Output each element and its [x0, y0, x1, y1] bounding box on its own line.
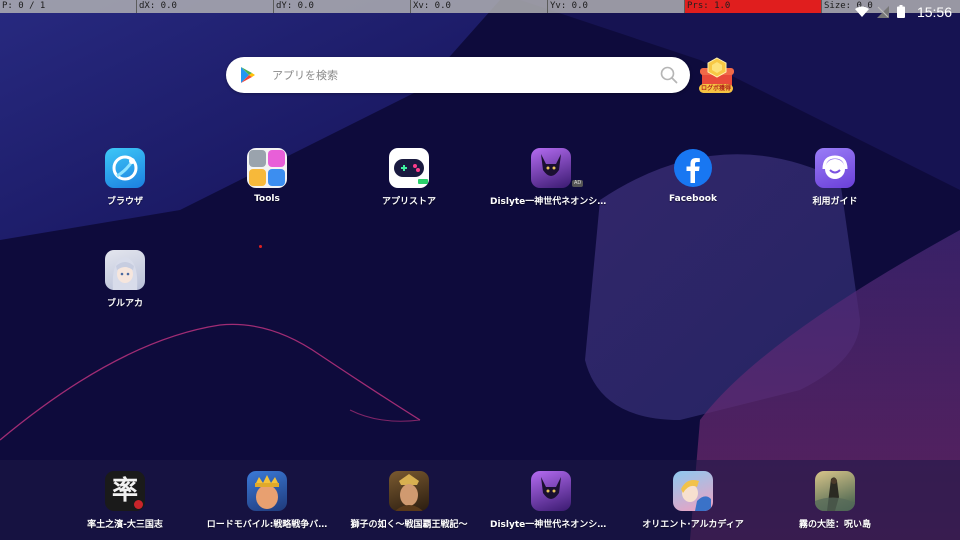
- ad-badge: AD: [572, 180, 584, 187]
- play-store-icon: [238, 66, 256, 84]
- dock-app-sanguo[interactable]: 率 率土之濱-大三国志: [60, 471, 190, 530]
- app-label: Dislyte一神世代ネオンシティ…: [490, 197, 616, 207]
- app-store-icon: [389, 148, 429, 188]
- debug-cell: Yv: 0.0: [548, 0, 685, 13]
- dock-app-dislyte[interactable]: Dislyte一神世代ネオンシティ…: [486, 471, 616, 530]
- app-label: ロードモバイル:戦略戦争バ…: [206, 520, 328, 530]
- app-dislyte[interactable]: Dislyte一神世代ネオンシティ…: [486, 148, 616, 207]
- orient-arcadia-icon: [673, 471, 713, 511]
- app-label: Tools: [254, 194, 280, 204]
- shishi-icon: [389, 471, 429, 511]
- debug-cell: Prs: 1.0: [685, 0, 822, 13]
- app-guide[interactable]: 利用ガイド: [770, 148, 900, 207]
- lords-mobile-icon: [247, 471, 287, 511]
- login-bonus-label: ログボ獲得: [699, 84, 733, 93]
- login-bonus-button[interactable]: ログボ獲得: [697, 56, 737, 96]
- dock-app-lords-mobile[interactable]: ロードモバイル:戦略戦争バ…: [202, 471, 332, 530]
- app-label: 霧の大陸：呪い島: [798, 520, 871, 530]
- dock-app-mist-continent[interactable]: 霧の大陸：呪い島: [770, 471, 900, 530]
- search-input[interactable]: [270, 67, 634, 83]
- battery-icon: [896, 3, 905, 22]
- app-label: 獅子の如く〜戦国覇王戦記〜: [350, 520, 468, 530]
- app-label: ブルアカ: [106, 299, 143, 309]
- app-tools[interactable]: Tools: [202, 148, 332, 204]
- facebook-icon: [673, 148, 713, 188]
- app-label: Dislyte一神世代ネオンシティ…: [490, 520, 616, 530]
- app-label: Facebook: [669, 194, 717, 204]
- blue-archive-icon: [105, 250, 145, 290]
- no-sim-icon: [876, 3, 889, 22]
- app-search-bar[interactable]: [226, 57, 690, 93]
- debug-cell: dX: 0.0: [137, 0, 274, 13]
- debug-cell: Xv: 0.0: [411, 0, 548, 13]
- debug-cell: dY: 0.0: [274, 0, 411, 13]
- search-icon[interactable]: [660, 66, 678, 88]
- touch-indicator: [259, 245, 262, 248]
- dislyte-icon: [531, 148, 571, 188]
- app-label: アプリストア: [381, 197, 436, 207]
- status-bar: 15:56: [854, 0, 952, 24]
- app-label: ブラウザ: [106, 197, 143, 207]
- clock: 15:56: [916, 4, 952, 20]
- guide-icon: [815, 148, 855, 188]
- dislyte-icon: [531, 471, 571, 511]
- debug-cell: P: 0 / 1: [0, 0, 137, 13]
- sanguo-icon: 率: [105, 471, 145, 511]
- app-app-store[interactable]: アプリストア: [344, 148, 474, 207]
- wifi-icon: [854, 3, 869, 22]
- app-blue-archive[interactable]: ブルアカ: [60, 250, 190, 309]
- app-label: 率土之濱-大三国志: [87, 520, 163, 530]
- dock-app-orient-arcadia[interactable]: オリエント·アルカディア: [628, 471, 758, 530]
- app-facebook[interactable]: Facebook: [628, 148, 758, 204]
- pointer-debug-bar: P: 0 / 1 dX: 0.0 dY: 0.0 Xv: 0.0 Yv: 0.0 Prs:…: [0, 0, 960, 13]
- app-label: オリエント·アルカディア: [642, 520, 744, 530]
- mist-continent-icon: [815, 471, 855, 511]
- app-label: 利用ガイド: [812, 197, 858, 207]
- dock-app-shishi[interactable]: 獅子の如く〜戦国覇王戦記〜: [344, 471, 474, 530]
- browser-icon: [105, 148, 145, 188]
- app-browser[interactable]: ブラウザ: [60, 148, 190, 207]
- tools-icon: [247, 148, 287, 188]
